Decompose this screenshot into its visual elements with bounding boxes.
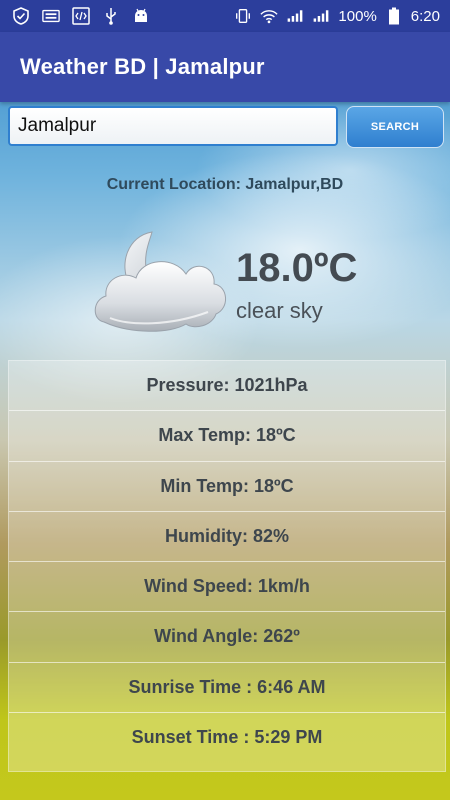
weather-description: clear sky <box>236 298 323 323</box>
min-temp-row: Min Temp: 18ºC <box>9 462 445 512</box>
max-temp-row: Max Temp: 18ºC <box>9 411 445 462</box>
code-icon <box>72 7 90 25</box>
weather-details-list: Pressure: 1021hPa Max Temp: 18ºC Min Tem… <box>8 360 446 772</box>
signal-icon <box>312 7 330 25</box>
wind-angle-row: Wind Angle: 262º <box>9 612 445 663</box>
sunrise-row: Sunrise Time : 6:46 AM <box>9 663 445 713</box>
night-cloud-icon <box>90 226 230 341</box>
keyboard-icon <box>42 7 60 25</box>
android-icon <box>132 7 150 25</box>
pressure-row: Pressure: 1021hPa <box>9 361 445 412</box>
status-bar: 100% 6:20 <box>0 0 450 32</box>
battery-percent: 100% <box>338 7 377 25</box>
sunset-row: Sunset Time : 5:29 PM <box>131 727 323 748</box>
app-title: Weather BD | Jamalpur <box>20 54 265 79</box>
shield-check-icon <box>12 7 30 25</box>
status-time: 6:20 <box>410 7 440 25</box>
temperature-value: 18.0ºC <box>236 246 358 290</box>
vibrate-icon <box>234 7 252 25</box>
humidity-row: Humidity: 82% <box>9 512 445 562</box>
app-bar: Weather BD | Jamalpur <box>0 32 450 102</box>
signal-icon <box>286 7 304 25</box>
current-location: Current Location: Jamalpur,BD <box>106 176 344 193</box>
usb-icon <box>102 7 120 25</box>
search-bar: SEARCH <box>8 106 444 148</box>
wind-speed-row: Wind Speed: 1km/h <box>9 562 445 613</box>
wifi-icon <box>260 7 279 25</box>
city-search-input[interactable] <box>8 106 338 146</box>
battery-icon <box>385 7 403 25</box>
search-button[interactable]: SEARCH <box>346 106 444 148</box>
